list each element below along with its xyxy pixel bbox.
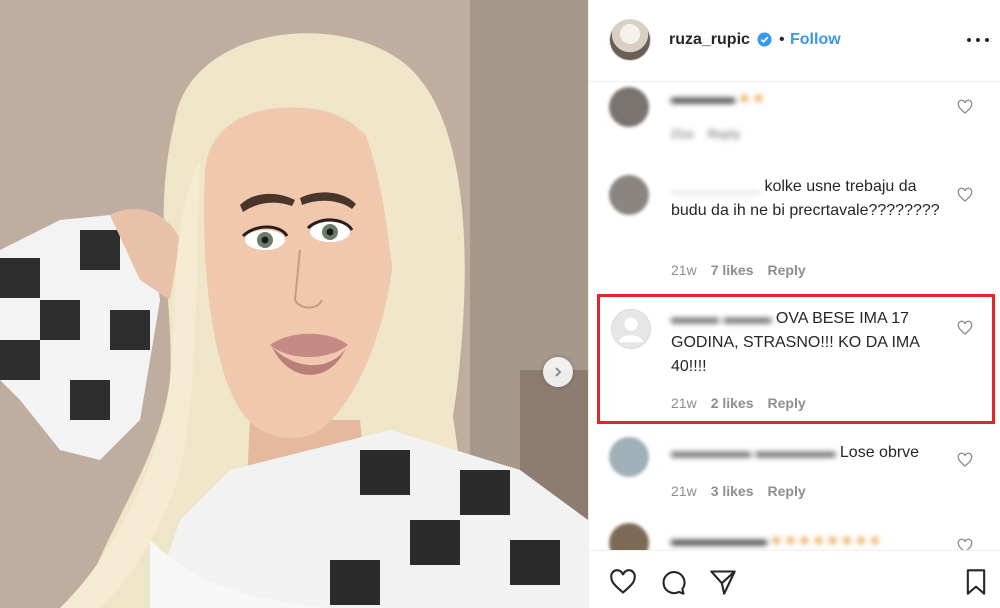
reply-button[interactable]: Reply xyxy=(768,483,806,499)
comment-text: Lose obrve xyxy=(839,444,920,461)
bookmark-icon[interactable] xyxy=(963,568,989,596)
comment-body: ▬▬▬▬▬ ▬▬▬▬▬ Lose obrve xyxy=(671,441,951,465)
comment-username[interactable]: ▬▬▬▬▬ ▬▬▬▬▬ xyxy=(671,444,835,461)
comment-meta: 21w 2 likes Reply xyxy=(671,395,806,411)
comment-time: 21w xyxy=(671,483,697,499)
heart-icon[interactable] xyxy=(957,538,973,550)
comment-body: __________ kolke usne trebaju da budu da… xyxy=(671,175,951,223)
post-photo[interactable] xyxy=(0,0,588,608)
comment-icon[interactable] xyxy=(659,568,687,596)
reply-button[interactable]: Reply xyxy=(768,395,806,411)
comment-body: ▬▬▬ ▬▬▬ OVA BESE IMA 17 GODINA, STRASNO!… xyxy=(671,307,951,379)
share-icon[interactable] xyxy=(709,568,737,596)
comment-meta: 21w Reply xyxy=(671,127,741,141)
post-sidebar: ruza_rupic • Follow ▬▬▬▬ ● ● 21w Reply __… xyxy=(588,0,1000,608)
avatar[interactable] xyxy=(609,19,651,61)
comment-username[interactable]: ▬▬▬ ▬▬▬ xyxy=(671,310,771,327)
commenter-avatar[interactable] xyxy=(609,523,649,550)
comment-likes[interactable]: 7 likes xyxy=(711,262,754,278)
post-header: ruza_rupic • Follow xyxy=(589,0,1000,82)
comment-username[interactable]: __________ xyxy=(671,178,760,195)
heart-icon[interactable] xyxy=(957,99,973,115)
default-avatar-icon xyxy=(618,317,644,343)
commenter-avatar[interactable] xyxy=(609,87,649,127)
heart-icon[interactable] xyxy=(957,452,973,468)
comment-likes[interactable]: 2 likes xyxy=(711,395,754,411)
comments-list[interactable]: ▬▬▬▬ ● ● 21w Reply __________ kolke usne … xyxy=(589,83,1000,550)
commenter-avatar[interactable] xyxy=(609,175,649,215)
separator-dot: • xyxy=(779,31,785,48)
username-link[interactable]: ruza_rupic xyxy=(669,31,750,49)
heart-icon[interactable] xyxy=(957,320,973,336)
comment-blurred-text: ▬▬▬▬ ● ● xyxy=(671,90,764,107)
chevron-right-icon xyxy=(555,367,562,377)
reply-button[interactable]: Reply xyxy=(768,262,806,278)
next-photo-button[interactable] xyxy=(543,357,573,387)
heart-icon[interactable] xyxy=(609,568,637,596)
comment-meta: 21w 3 likes Reply xyxy=(671,483,806,499)
commenter-avatar[interactable] xyxy=(609,437,649,477)
commenter-avatar[interactable] xyxy=(611,309,651,349)
comment-likes[interactable]: 3 likes xyxy=(711,483,754,499)
selfie-illustration xyxy=(0,0,588,608)
comment-blurred-text: ▬▬▬▬▬▬ ● ● ● ● ● ● ● ● xyxy=(671,532,880,549)
comment-time: 21w xyxy=(671,262,697,278)
comment-time: 21w xyxy=(671,395,697,411)
action-bar xyxy=(589,550,1000,608)
more-options-icon[interactable] xyxy=(967,31,989,49)
follow-button[interactable]: Follow xyxy=(790,31,841,49)
heart-icon[interactable] xyxy=(957,187,973,203)
verified-badge-icon xyxy=(757,32,772,47)
comment-meta: 21w 7 likes Reply xyxy=(671,262,806,278)
